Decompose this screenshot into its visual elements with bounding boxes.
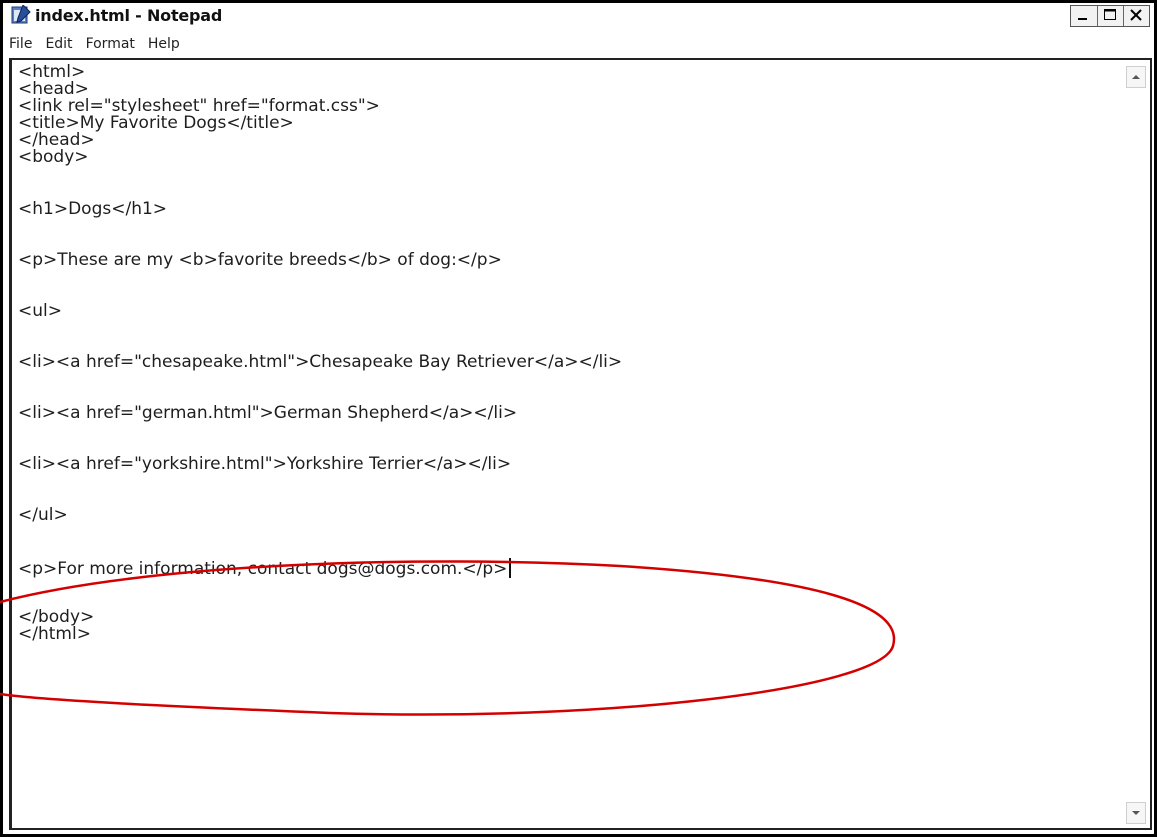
scroll-down-button[interactable]	[1126, 802, 1146, 824]
code-line: <p>For more information, contact dogs@do…	[18, 559, 508, 579]
scroll-down-arrow-icon	[1132, 811, 1140, 815]
code-line: </html>	[18, 624, 91, 644]
code-line: <li><a href="german.html">German Shepher…	[18, 403, 518, 423]
notepad-window: index.html - Notepad File Edit Format He…	[0, 0, 1157, 837]
code-line: <li><a href="yorkshire.html">Yorkshire T…	[18, 454, 512, 474]
vertical-scrollbar[interactable]	[1126, 62, 1148, 826]
menu-file[interactable]: File	[9, 36, 32, 52]
code-line: <p>These are my <b>favorite breeds</b> o…	[18, 250, 502, 270]
close-icon	[1130, 9, 1142, 21]
menu-edit[interactable]: Edit	[45, 36, 72, 52]
code-line-with-caret: <p>For more information, contact dogs@do…	[18, 558, 512, 579]
window-title: index.html - Notepad	[35, 6, 223, 25]
minimize-icon	[1078, 18, 1087, 20]
scroll-up-arrow-icon	[1132, 75, 1140, 79]
text-caret	[509, 558, 512, 578]
code-line: <li><a href="chesapeake.html">Chesapeake…	[18, 352, 623, 372]
menu-help[interactable]: Help	[148, 36, 180, 52]
code-line: <h1>Dogs</h1>	[18, 199, 168, 219]
notepad-icon	[11, 5, 31, 24]
scroll-up-button[interactable]	[1126, 66, 1146, 88]
menu-format[interactable]: Format	[86, 36, 135, 52]
menu-bar: File Edit Format Help	[3, 31, 1154, 56]
minimize-button[interactable]	[1071, 6, 1097, 26]
code-line: <body>	[18, 147, 89, 167]
maximize-icon	[1104, 9, 1116, 20]
close-button[interactable]	[1123, 6, 1149, 26]
code-line: <ul>	[18, 301, 62, 321]
code-line: </ul>	[18, 505, 68, 525]
maximize-button[interactable]	[1097, 6, 1123, 26]
title-bar[interactable]: index.html - Notepad	[3, 3, 1154, 29]
window-controls	[1070, 5, 1150, 27]
text-editor[interactable]: <html> <head> <link rel="stylesheet" hre…	[9, 58, 1152, 830]
